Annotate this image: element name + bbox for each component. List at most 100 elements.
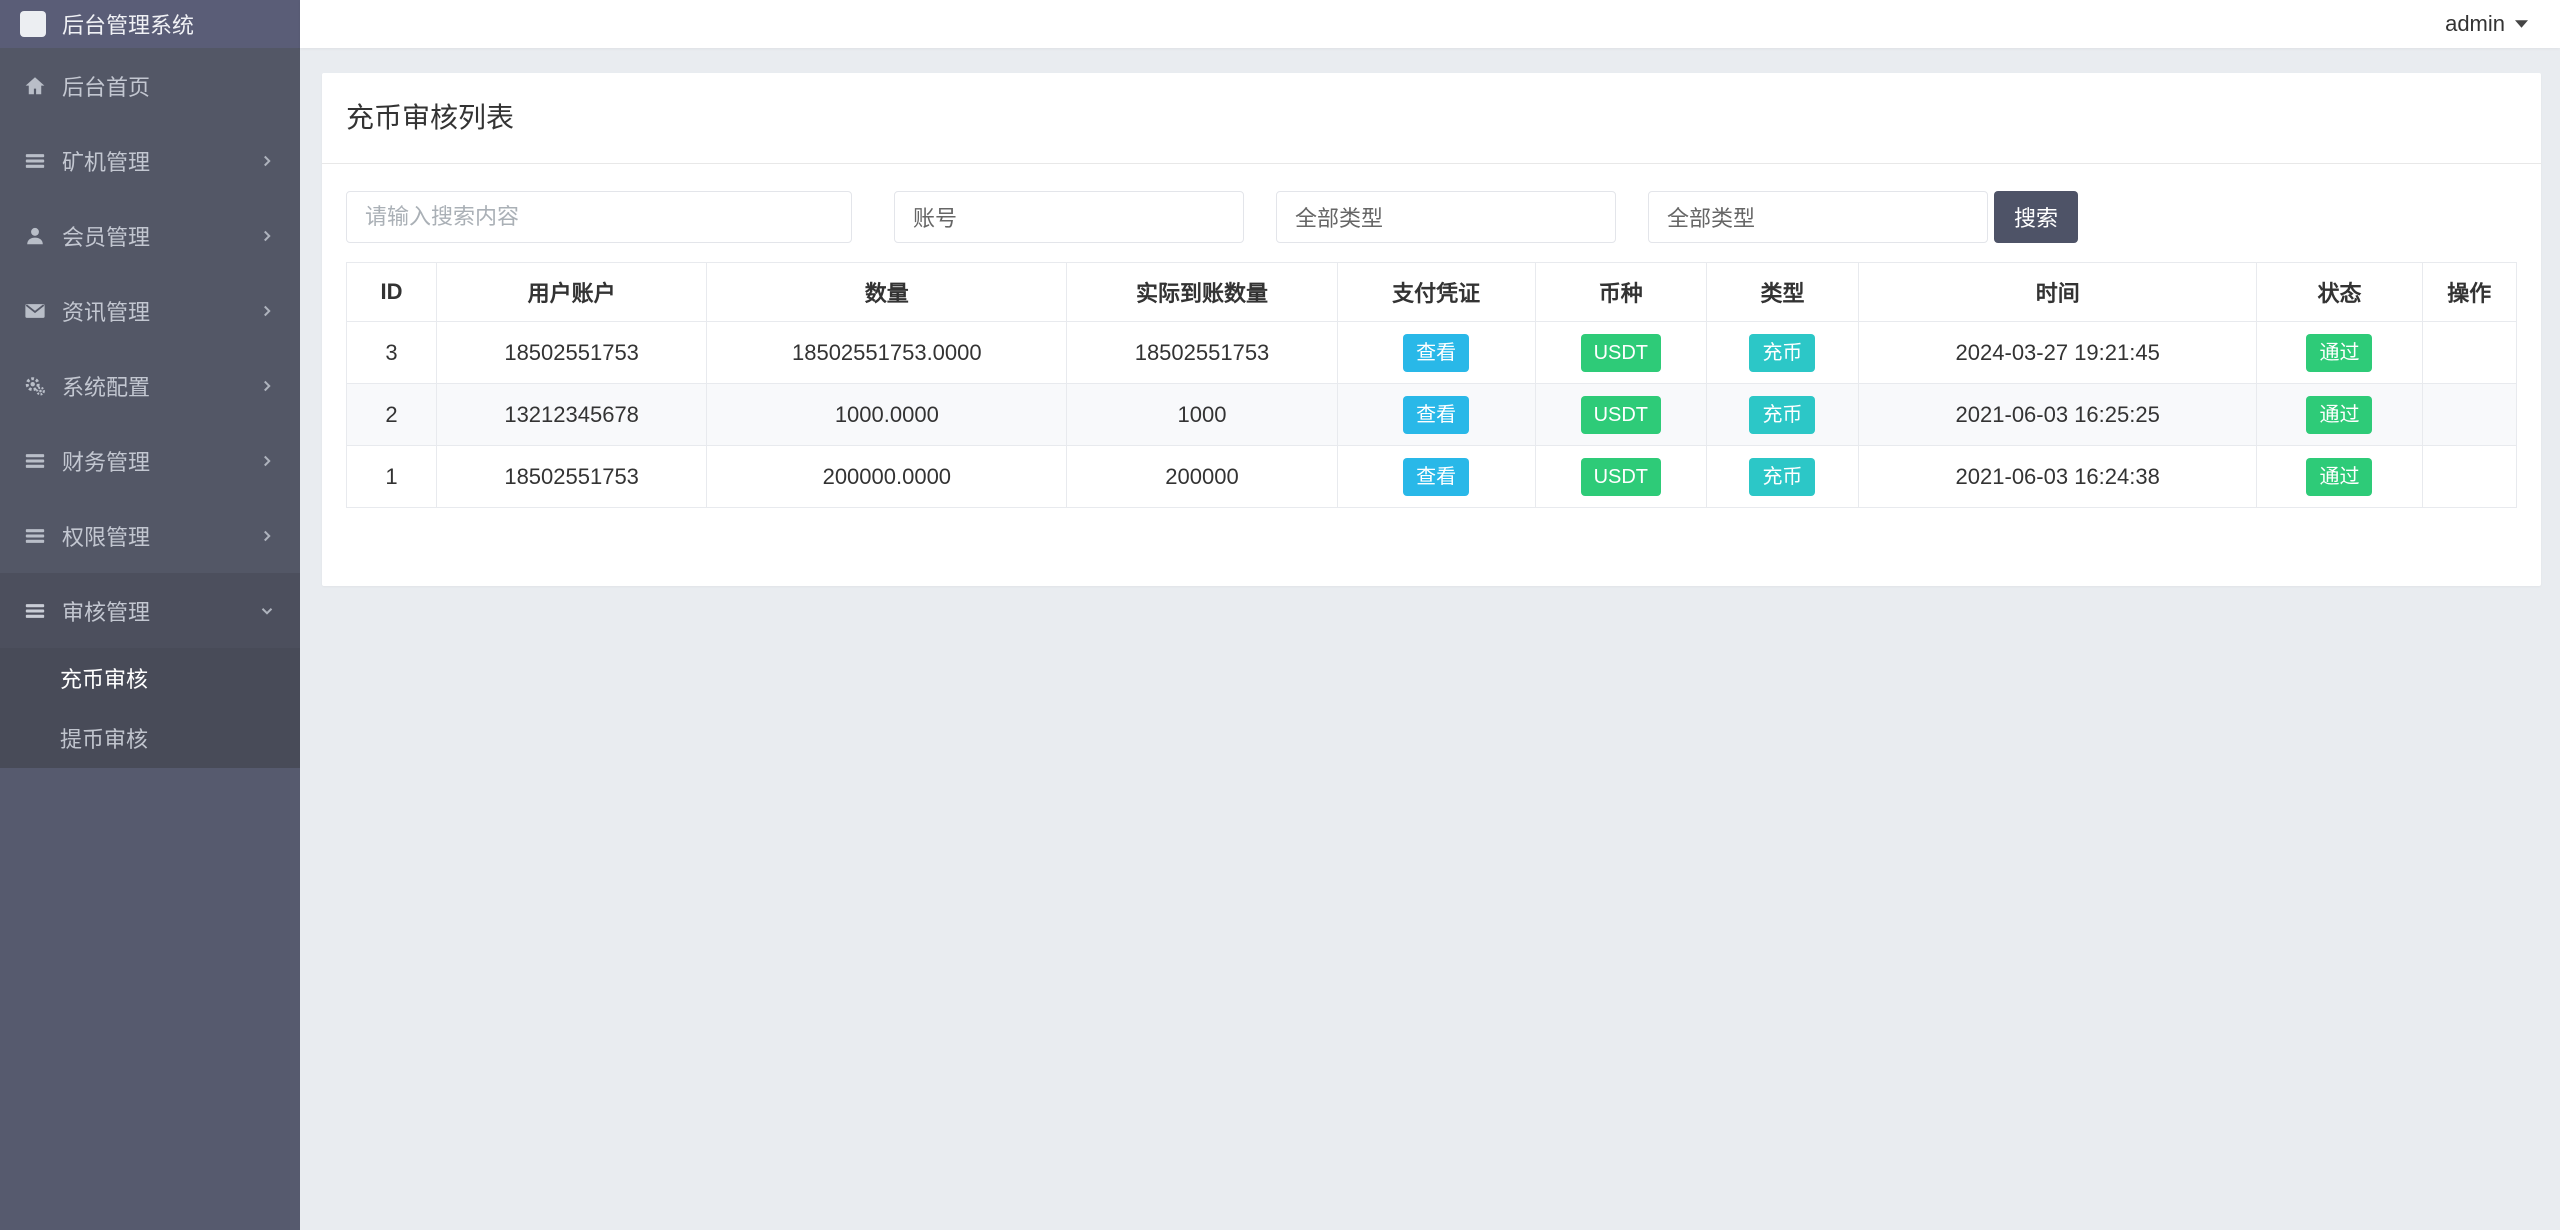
view-voucher-button[interactable]: 查看 xyxy=(1403,334,1469,372)
keyword-search-input[interactable] xyxy=(346,191,852,243)
cell-status: 通过 xyxy=(2257,322,2422,384)
list-icon xyxy=(24,600,46,622)
type-badge: 充币 xyxy=(1749,396,1815,434)
sidebar-subitem-deposit-audit[interactable]: 充币审核 xyxy=(0,648,300,708)
list-icon xyxy=(24,150,46,172)
sidebar-item-finance[interactable]: 财务管理 xyxy=(0,423,300,498)
cell-status: 通过 xyxy=(2257,446,2422,508)
type-select-1[interactable]: 全部类型 xyxy=(1276,191,1616,243)
chevron-down-icon xyxy=(258,602,276,620)
cell-id: 1 xyxy=(347,446,437,508)
view-voucher-button[interactable]: 查看 xyxy=(1403,458,1469,496)
col-header-account: 用户账户 xyxy=(437,263,707,322)
col-header-time: 时间 xyxy=(1859,263,2257,322)
cell-time: 2021-06-03 16:25:25 xyxy=(1859,384,2257,446)
coin-badge: USDT xyxy=(1581,334,1661,372)
col-header-amount: 数量 xyxy=(707,263,1067,322)
sidebar-item-member[interactable]: 会员管理 xyxy=(0,198,300,273)
sidebar-item-miner[interactable]: 矿机管理 xyxy=(0,123,300,198)
cell-action xyxy=(2422,384,2516,446)
username: admin xyxy=(2445,11,2505,37)
user-icon xyxy=(24,225,46,247)
content: 充币审核列表 账号 全部类型 全部类型 搜索 xyxy=(300,48,2560,1230)
sidebar-item-audit[interactable]: 审核管理 xyxy=(0,573,300,648)
list-icon xyxy=(24,450,46,472)
col-header-coin: 币种 xyxy=(1535,263,1706,322)
col-header-actual: 实际到账数量 xyxy=(1067,263,1337,322)
cell-account: 18502551753 xyxy=(437,322,707,384)
sidebar-item-label: 权限管理 xyxy=(62,520,258,552)
cell-coin: USDT xyxy=(1535,384,1706,446)
col-header-action: 操作 xyxy=(2422,263,2516,322)
cell-voucher: 查看 xyxy=(1337,384,1535,446)
status-badge: 通过 xyxy=(2306,334,2372,372)
user-menu[interactable]: admin xyxy=(2445,11,2528,37)
sidebar-item-label: 后台首页 xyxy=(62,70,276,102)
sidebar-item-label: 资讯管理 xyxy=(62,295,258,327)
cell-time: 2021-06-03 16:24:38 xyxy=(1859,446,2257,508)
caret-down-icon xyxy=(2515,20,2528,28)
sidebar-item-home[interactable]: 后台首页 xyxy=(0,48,300,123)
type-badge: 充币 xyxy=(1749,334,1815,372)
chevron-right-icon xyxy=(258,152,276,170)
chevron-right-icon xyxy=(258,227,276,245)
cell-actual: 1000 xyxy=(1067,384,1337,446)
col-header-voucher: 支付凭证 xyxy=(1337,263,1535,322)
search-button[interactable]: 搜索 xyxy=(1994,191,2078,243)
sidebar-item-label: 矿机管理 xyxy=(62,145,258,177)
cell-account: 13212345678 xyxy=(437,384,707,446)
table-row: 3 18502551753 18502551753.0000 185025517… xyxy=(347,322,2517,384)
app-root: 后台管理系统 后台首页 矿机管理 xyxy=(0,0,2560,1230)
sidebar-item-label: 会员管理 xyxy=(62,220,258,252)
sidebar-item-label: 审核管理 xyxy=(62,595,258,627)
cell-type: 充币 xyxy=(1706,384,1858,446)
cell-id: 3 xyxy=(347,322,437,384)
view-voucher-button[interactable]: 查看 xyxy=(1403,396,1469,434)
coin-badge: USDT xyxy=(1581,396,1661,434)
deposit-audit-card: 充币审核列表 账号 全部类型 全部类型 搜索 xyxy=(322,73,2541,586)
chevron-right-icon xyxy=(258,302,276,320)
cell-status: 通过 xyxy=(2257,384,2422,446)
sidebar-item-permission[interactable]: 权限管理 xyxy=(0,498,300,573)
sidebar-filler xyxy=(0,768,300,1230)
topbar: admin xyxy=(300,0,2560,48)
cell-coin: USDT xyxy=(1535,446,1706,508)
type-badge: 充币 xyxy=(1749,458,1815,496)
coin-badge: USDT xyxy=(1581,458,1661,496)
main-area: admin 充币审核列表 账号 全部类型 xyxy=(300,0,2560,1230)
sidebar-item-system[interactable]: 系统配置 xyxy=(0,348,300,423)
deposit-audit-table: ID 用户账户 数量 实际到账数量 支付凭证 币种 类型 时间 状态 操作 xyxy=(346,262,2517,508)
cell-type: 充币 xyxy=(1706,446,1858,508)
sidebar-submenu-audit: 充币审核 提币审核 xyxy=(0,648,300,768)
cell-actual: 18502551753 xyxy=(1067,322,1337,384)
home-icon xyxy=(24,75,46,97)
sidebar-item-label: 财务管理 xyxy=(62,445,258,477)
cell-voucher: 查看 xyxy=(1337,322,1535,384)
sidebar-item-news[interactable]: 资讯管理 xyxy=(0,273,300,348)
table-header-row: ID 用户账户 数量 实际到账数量 支付凭证 币种 类型 时间 状态 操作 xyxy=(347,263,2517,322)
table-row: 1 18502551753 200000.0000 200000 查看 USDT… xyxy=(347,446,2517,508)
cell-account: 18502551753 xyxy=(437,446,707,508)
col-header-type: 类型 xyxy=(1706,263,1858,322)
submenu-item-label: 充币审核 xyxy=(60,662,148,694)
type-select-2[interactable]: 全部类型 xyxy=(1648,191,1988,243)
col-header-id: ID xyxy=(347,263,437,322)
cell-voucher: 查看 xyxy=(1337,446,1535,508)
logo-icon xyxy=(20,11,46,37)
chevron-right-icon xyxy=(258,377,276,395)
sidebar: 后台管理系统 后台首页 矿机管理 xyxy=(0,0,300,1230)
cell-time: 2024-03-27 19:21:45 xyxy=(1859,322,2257,384)
chevron-right-icon xyxy=(258,527,276,545)
cell-action xyxy=(2422,322,2516,384)
cell-id: 2 xyxy=(347,384,437,446)
col-header-status: 状态 xyxy=(2257,263,2422,322)
gear-icon xyxy=(24,375,46,397)
page-title: 充币审核列表 xyxy=(346,73,2517,163)
sidebar-subitem-withdraw-audit[interactable]: 提币审核 xyxy=(0,708,300,768)
list-icon xyxy=(24,525,46,547)
sidebar-menu: 后台首页 矿机管理 会员管理 xyxy=(0,48,300,768)
cell-amount: 1000.0000 xyxy=(707,384,1067,446)
cell-amount: 200000.0000 xyxy=(707,446,1067,508)
account-field-select[interactable]: 账号 xyxy=(894,191,1244,243)
cell-actual: 200000 xyxy=(1067,446,1337,508)
